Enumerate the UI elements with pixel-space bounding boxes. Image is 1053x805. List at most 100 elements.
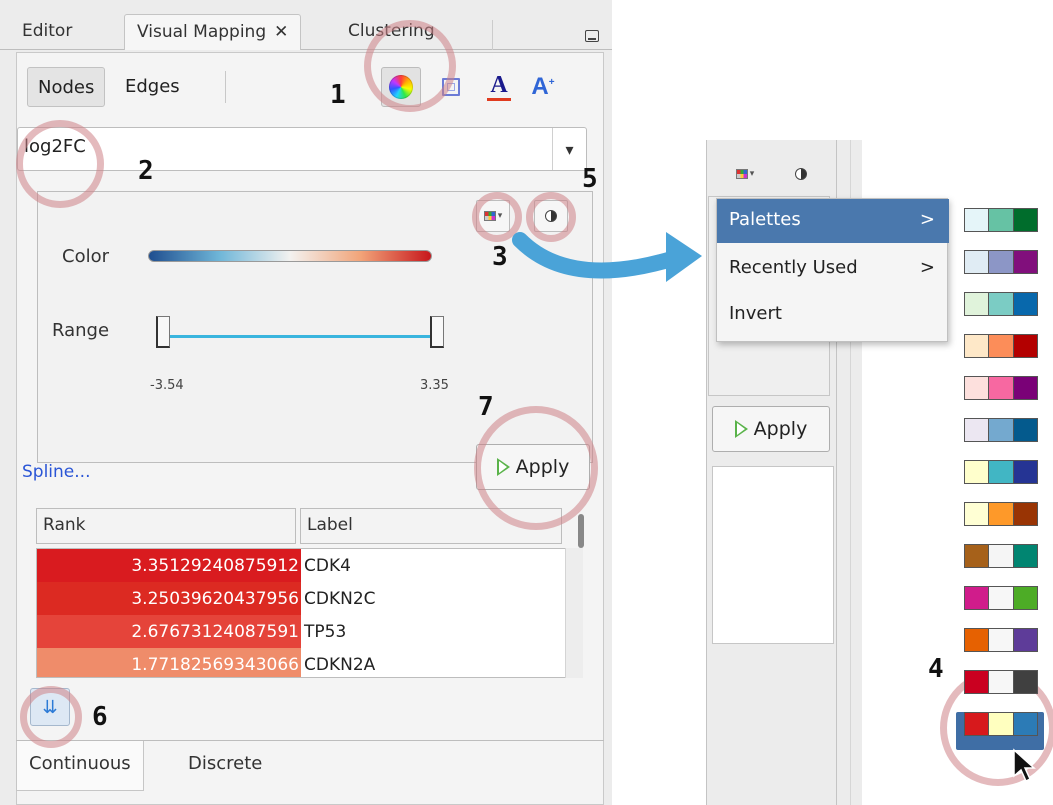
tab-clustering[interactable]: Clustering — [336, 14, 447, 50]
palette-option[interactable] — [964, 586, 1038, 610]
palette-swatch — [965, 587, 990, 609]
callout-6: 6 — [92, 702, 108, 732]
palette-option[interactable] — [964, 502, 1038, 526]
panel-tabbar: Editor Visual Mapping ✕ Clustering — [0, 8, 612, 50]
palette-swatch — [1013, 629, 1037, 651]
range-min-handle[interactable] — [156, 316, 170, 348]
palette-menu-button-zoomed[interactable]: ▾ — [728, 158, 762, 190]
palette-option[interactable] — [964, 628, 1038, 652]
rank-table: 3.35129240875912 CDK4 3.25039620437956 C… — [36, 548, 566, 678]
palette-swatch — [1013, 545, 1037, 567]
palette-swatch — [989, 209, 1014, 231]
color-gradient-bar[interactable] — [148, 250, 432, 262]
attribute-select[interactable]: log2FC ▾ — [17, 127, 587, 171]
palette-swatch — [989, 671, 1014, 693]
palette-swatch — [989, 377, 1014, 399]
palette-option[interactable] — [964, 292, 1038, 316]
apply-button[interactable]: Apply — [476, 444, 590, 490]
palette-swatch — [965, 377, 990, 399]
spline-link[interactable]: Spline... — [22, 462, 90, 482]
play-icon — [496, 458, 510, 476]
sort-icon: ⇊ — [42, 696, 58, 718]
palette-option[interactable] — [964, 376, 1038, 400]
palette-swatch — [1013, 377, 1037, 399]
palette-swatch — [989, 419, 1014, 441]
subtab-nodes-label: Nodes — [38, 77, 95, 98]
palette-swatch — [965, 545, 990, 567]
visual-mapping-panel: Editor Visual Mapping ✕ Clustering Nodes … — [0, 0, 612, 805]
label-cell: CDKN2A — [304, 654, 376, 675]
palette-swatch — [1013, 419, 1037, 441]
palette-menu-button[interactable]: ▾ — [476, 200, 510, 232]
palette-swatch — [965, 461, 990, 483]
size-mapping-button[interactable] — [431, 67, 471, 107]
rank-cell: 1.77182569343066 — [37, 648, 301, 677]
callout-5: 5 — [582, 164, 598, 194]
palette-swatch — [989, 251, 1014, 273]
invert-button-zoomed[interactable] — [784, 158, 818, 190]
rank-column-header[interactable]: Rank — [36, 508, 296, 544]
palette-option[interactable] — [964, 208, 1038, 232]
palette-swatch — [989, 713, 1014, 735]
subtab-nodes[interactable]: Nodes — [27, 67, 106, 107]
palette-swatch — [989, 335, 1014, 357]
font-size-icon: A+ — [531, 73, 555, 100]
menu-item-invert[interactable]: Invert — [717, 293, 949, 337]
palette-option[interactable] — [964, 712, 1038, 736]
palette-swatch — [965, 293, 990, 315]
palette-icon — [483, 211, 496, 221]
chevron-down-icon[interactable]: ▾ — [552, 128, 586, 170]
palette-swatch — [1013, 251, 1037, 273]
tab-editor[interactable]: Editor — [10, 14, 84, 50]
palette-swatch — [989, 503, 1014, 525]
callout-4: 4 — [928, 654, 944, 684]
label-cell: CDK4 — [304, 555, 351, 576]
tab-continuous-label: Continuous — [29, 753, 131, 774]
palette-option[interactable] — [964, 334, 1038, 358]
table-scroll-track[interactable] — [565, 548, 583, 678]
subtab-edges[interactable]: Edges — [115, 67, 190, 107]
label-size-button[interactable]: A+ — [523, 67, 563, 107]
palette-option[interactable] — [964, 250, 1038, 274]
apply-label: Apply — [515, 456, 570, 478]
table-row[interactable]: 1.77182569343066 CDKN2A — [37, 648, 565, 677]
palette-swatch — [965, 671, 990, 693]
palette-option[interactable] — [964, 544, 1038, 568]
tab-visual-mapping[interactable]: Visual Mapping ✕ — [124, 14, 302, 50]
menu-item-recently-used-label: Recently Used — [729, 257, 858, 278]
palette-option[interactable] — [964, 670, 1038, 694]
table-row[interactable]: 3.35129240875912 CDK4 — [37, 549, 565, 582]
table-row[interactable]: 2.67673124087591 TP53 — [37, 615, 565, 648]
table-scrollbar-thumb[interactable] — [578, 514, 584, 548]
tab-discrete-label: Discrete — [188, 753, 263, 774]
zoomed-table-area — [712, 466, 834, 644]
color-mapping-button[interactable] — [381, 67, 421, 107]
palette-swatch — [1013, 335, 1037, 357]
callout-2: 2 — [138, 156, 154, 186]
palette-swatch — [989, 587, 1014, 609]
palette-swatch — [1013, 713, 1037, 735]
menu-item-palettes-label: Palettes — [729, 209, 801, 230]
palette-option[interactable] — [964, 460, 1038, 484]
label-color-button[interactable]: A — [479, 67, 519, 107]
sort-button[interactable]: ⇊ — [30, 688, 70, 726]
close-icon[interactable]: ✕ — [274, 22, 288, 42]
label-column-header[interactable]: Label — [300, 508, 562, 544]
tab-discrete[interactable]: Discrete — [176, 741, 274, 791]
color-wheel-icon — [389, 75, 413, 99]
callout-7: 7 — [478, 392, 494, 422]
palette-swatch — [1013, 209, 1037, 231]
menu-item-recently-used[interactable]: Recently Used > — [717, 247, 949, 291]
palette-option[interactable] — [964, 418, 1038, 442]
tab-continuous[interactable]: Continuous — [16, 741, 144, 791]
submenu-arrow-icon: > — [919, 257, 935, 278]
apply-label: Apply — [753, 418, 808, 440]
range-max-handle[interactable] — [430, 316, 444, 348]
minimize-icon[interactable] — [585, 30, 599, 42]
menu-item-palettes[interactable]: Palettes > — [717, 199, 949, 243]
font-color-icon: A — [487, 73, 511, 101]
apply-button-zoomed[interactable]: Apply — [712, 406, 830, 452]
subtab-separator — [225, 71, 226, 103]
table-row[interactable]: 3.25039620437956 CDKN2C — [37, 582, 565, 615]
mapping-content: Nodes Edges A A+ log2FC ▾ ▾ Color Range … — [16, 52, 604, 805]
